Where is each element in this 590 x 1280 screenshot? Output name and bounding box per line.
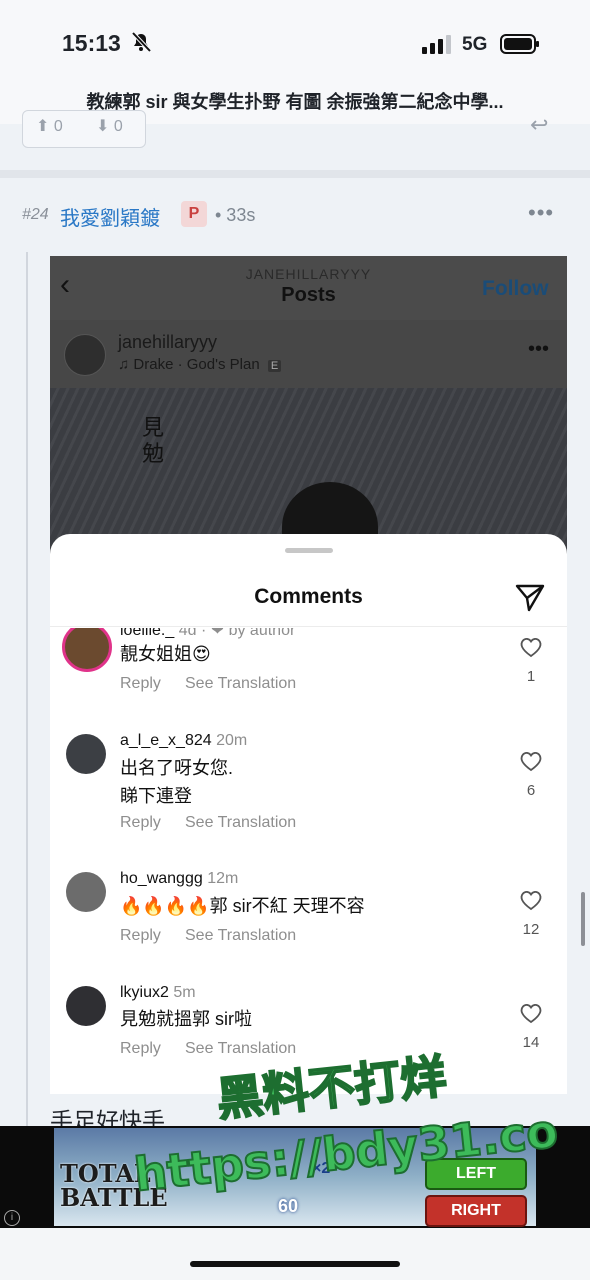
avatar [66, 872, 106, 912]
watermark-line1: 黑料不打烊 [214, 1049, 448, 1127]
downvote-count: 0 [113, 118, 123, 135]
reply-link: Reply [120, 814, 161, 831]
ig-post-user: janehillaryyy [118, 332, 218, 352]
comment-user: loellie._ [120, 628, 175, 639]
comment-header: lkyiux2 5m [120, 984, 196, 1002]
post-divider [0, 170, 590, 178]
comment-text: 見勉就搵郭 sir啦 [120, 1009, 252, 1029]
ig-post-header [50, 320, 567, 388]
comment-text: 🔥🔥🔥🔥郭 sir不紅 天理不容 [120, 896, 365, 916]
watermark-line2: https://bdy31.co [132, 1104, 561, 1200]
see-translation-link: See Translation [185, 814, 297, 831]
ig-music-text: ♫ Drake · God's Plan [118, 356, 260, 373]
battery-icon [500, 34, 539, 54]
network-type: 5G [462, 34, 488, 55]
status-time: 15:13 [62, 30, 121, 56]
upvote-count: 0 [53, 118, 63, 135]
comment-header: loellie._ 4d · ❤ by author [120, 628, 295, 640]
heart-icon [520, 1004, 542, 1024]
heart-icon [520, 638, 542, 658]
like-count: 12 [522, 921, 540, 938]
post-time: • 33s [215, 205, 256, 225]
comment-header: ho_wanggg 12m [120, 870, 238, 888]
ig-music-line: ♫ Drake · God's Plan E [118, 356, 282, 373]
comment-header: a_l_e_x_824 20m [120, 732, 247, 750]
share-icon[interactable]: ↩ [530, 112, 548, 138]
like-count: 1 [526, 668, 536, 685]
ig-more-icon: ••• [528, 338, 550, 360]
comment-user: lkyiux2 [120, 984, 169, 1001]
reply-link: Reply [120, 927, 161, 944]
sheet-divider [50, 626, 567, 627]
downvote-button[interactable]: ⬇ 0 [96, 116, 123, 136]
more-options-icon[interactable]: ••• [528, 200, 554, 226]
comments-title: Comments [254, 585, 363, 608]
ad-info-icon[interactable]: i [4, 1210, 20, 1226]
comment-text: 出名了呀女您. 睇下連登 [120, 758, 234, 806]
see-translation-link: See Translation [185, 927, 297, 944]
avatar [62, 628, 112, 672]
watermark: 黑料不打烊 https://bdy31.co [131, 1048, 562, 1200]
comment-time: 4d · ❤ by author [178, 628, 296, 639]
explicit-badge: E [267, 360, 282, 372]
comment-time: 20m [216, 732, 248, 749]
cellular-signal-icon [422, 35, 451, 54]
author-badge: P [181, 201, 207, 227]
thumbs-up-icon: ⬆ [36, 118, 50, 135]
comment-user: ho_wanggg [120, 870, 203, 887]
avatar [64, 334, 106, 376]
quote-indicator [26, 252, 28, 1142]
upvote-button[interactable]: ⬆ 0 [36, 116, 63, 136]
heart-icon [520, 752, 542, 772]
embedded-image[interactable]: ‹ JANEHILLARYYY Posts Follow janehillary… [50, 256, 567, 1094]
like-count: 6 [526, 782, 536, 799]
photo-calligraphy: 見勉 [142, 416, 165, 467]
comment-text: 靚女姐姐😍 [120, 644, 211, 664]
see-translation-link: See Translation [185, 675, 297, 692]
silent-bell-icon [131, 31, 152, 53]
home-indicator[interactable] [190, 1261, 400, 1267]
thumbs-down-icon: ⬇ [96, 118, 110, 135]
send-icon [515, 584, 545, 612]
avatar [66, 734, 106, 774]
ig-follow-button: Follow [482, 277, 549, 300]
avatar [66, 986, 106, 1026]
heart-icon [520, 891, 542, 911]
comment-time: 5m [173, 984, 196, 1001]
post-number: #24 [22, 206, 49, 223]
post-author[interactable]: 我愛劉穎鍍 [60, 202, 160, 231]
scrollbar[interactable] [581, 892, 585, 946]
sheet-drag-handle [285, 548, 333, 553]
comment-time: 12m [207, 870, 239, 887]
comment-user: a_l_e_x_824 [120, 732, 212, 749]
reply-link: Reply [120, 675, 161, 692]
bottom-safe-area [0, 1228, 590, 1280]
